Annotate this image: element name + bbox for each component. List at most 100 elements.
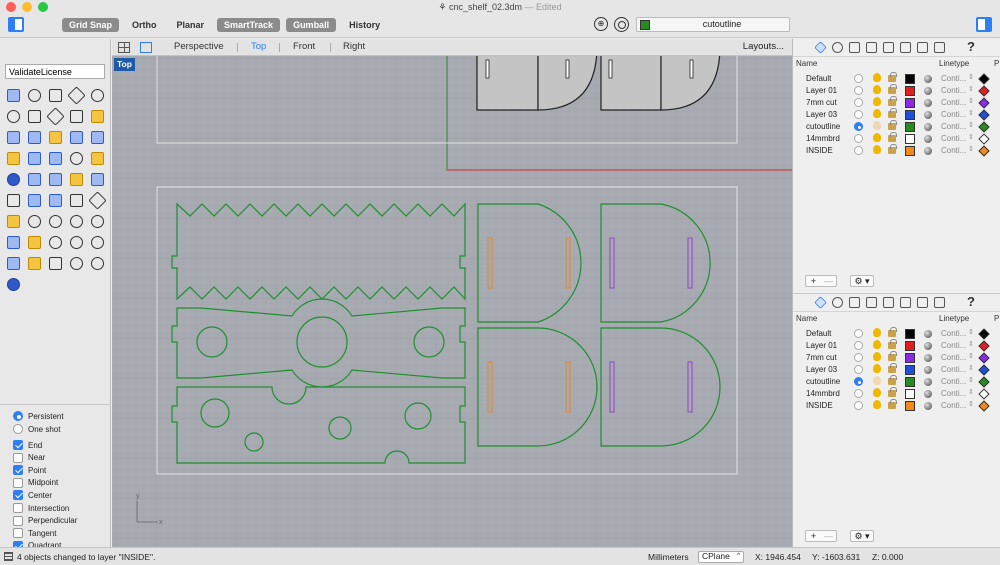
linetype-value[interactable]: Conti... xyxy=(941,146,966,155)
command-history-icon[interactable] xyxy=(4,552,13,561)
current-layer-radio[interactable] xyxy=(854,134,863,143)
transform-icon[interactable] xyxy=(3,211,23,231)
layer-color-swatch[interactable] xyxy=(905,353,915,363)
material-icon[interactable] xyxy=(924,354,932,362)
lightbulb-icon[interactable] xyxy=(873,376,881,385)
lock-icon[interactable] xyxy=(888,363,897,373)
library-icon[interactable] xyxy=(917,297,928,308)
linetype-value[interactable]: Conti... xyxy=(941,122,966,131)
circle-icon[interactable] xyxy=(87,85,107,105)
osnap-perpendicular[interactable]: Perpendicular xyxy=(13,515,77,527)
mode-planar-button[interactable]: Planar xyxy=(170,18,212,32)
sphere-icon[interactable] xyxy=(3,274,23,294)
zoom-extents-icon[interactable] xyxy=(66,211,86,231)
zoom-window-icon[interactable] xyxy=(45,211,65,231)
print-color-icon[interactable] xyxy=(978,145,990,157)
layer-color-swatch[interactable] xyxy=(905,341,915,351)
osnap-intersection[interactable]: Intersection xyxy=(13,502,69,514)
linetype-stepper-icon[interactable]: ⇕ xyxy=(968,340,974,348)
offset-icon[interactable] xyxy=(66,148,86,168)
material-icon[interactable] xyxy=(924,378,932,386)
layer-name[interactable]: Default xyxy=(806,329,831,338)
lightbulb-icon[interactable] xyxy=(873,364,881,373)
car-icon[interactable] xyxy=(24,232,44,252)
pan-icon[interactable] xyxy=(45,232,65,252)
layer-color-swatch[interactable] xyxy=(905,86,915,96)
linetype-stepper-icon[interactable]: ⇕ xyxy=(968,85,974,93)
layer-color-swatch[interactable] xyxy=(905,377,915,387)
material-icon[interactable] xyxy=(924,147,932,155)
flow-icon[interactable] xyxy=(87,190,107,210)
array-icon[interactable] xyxy=(3,190,23,210)
lightbulb-icon[interactable] xyxy=(873,109,881,118)
lightbulb-icon[interactable] xyxy=(873,328,881,337)
linetype-value[interactable]: Conti... xyxy=(941,353,966,362)
layer-name[interactable]: INSIDE xyxy=(806,146,833,155)
current-layer-radio[interactable] xyxy=(854,122,863,131)
render-icon[interactable] xyxy=(883,297,894,308)
lock-icon[interactable] xyxy=(888,132,897,142)
current-layer-radio[interactable] xyxy=(854,110,863,119)
layer-name[interactable]: Default xyxy=(806,74,831,83)
notes-icon[interactable] xyxy=(900,42,911,53)
current-layer-radio[interactable] xyxy=(854,98,863,107)
current-layer-radio[interactable] xyxy=(854,86,863,95)
arc-icon[interactable] xyxy=(45,106,65,126)
check-icon[interactable] xyxy=(66,190,86,210)
material-icon[interactable] xyxy=(924,402,932,410)
current-layer-radio[interactable] xyxy=(854,365,863,374)
linetype-value[interactable]: Conti... xyxy=(941,389,966,398)
library-icon[interactable] xyxy=(917,42,928,53)
select-point-icon[interactable] xyxy=(3,85,23,105)
linetype-column-header[interactable]: Linetype xyxy=(939,59,969,68)
cylinder-icon[interactable] xyxy=(87,127,107,147)
blend-icon[interactable] xyxy=(45,148,65,168)
layer-color-swatch[interactable] xyxy=(905,389,915,399)
lock-icon[interactable] xyxy=(888,72,897,82)
lock-icon[interactable] xyxy=(888,144,897,154)
lock-icon[interactable] xyxy=(888,387,897,397)
layer-row[interactable]: Layer 01 Conti... ⇕ xyxy=(793,339,1000,352)
linetype-stepper-icon[interactable]: ⇕ xyxy=(968,328,974,336)
linetype-value[interactable]: Conti... xyxy=(941,401,966,410)
curve-icon[interactable] xyxy=(66,85,86,105)
mode-grid-snap-button[interactable]: Grid Snap xyxy=(62,18,120,32)
osnap-near[interactable]: Near xyxy=(13,452,45,464)
lock-icon[interactable] xyxy=(888,108,897,118)
layer-color-swatch[interactable] xyxy=(905,98,915,108)
fillet-icon[interactable] xyxy=(24,148,44,168)
current-layer-radio[interactable] xyxy=(854,377,863,386)
tab-right[interactable]: Right xyxy=(343,41,365,52)
layer-row[interactable]: 7mm cut Conti... ⇕ xyxy=(793,351,1000,364)
lock-icon[interactable] xyxy=(888,339,897,349)
print-column-header[interactable]: P xyxy=(994,59,999,68)
layouts-button[interactable]: Layouts... xyxy=(743,41,784,52)
osnap-midpoint[interactable]: Midpoint xyxy=(13,477,58,489)
object-properties-icon[interactable] xyxy=(849,297,860,308)
rotate-view-icon[interactable] xyxy=(3,232,23,252)
current-layer-radio[interactable] xyxy=(854,341,863,350)
checkbox-icon[interactable] xyxy=(13,465,23,476)
zoom-selected-icon[interactable] xyxy=(87,211,107,231)
layer-name[interactable]: 7mm cut xyxy=(806,353,837,362)
linetype-stepper-icon[interactable]: ⇕ xyxy=(968,364,974,372)
lightbulb-icon[interactable] xyxy=(873,97,881,106)
print-color-icon[interactable] xyxy=(978,73,990,85)
layer-row[interactable]: cutoutline Conti... ⇕ xyxy=(793,375,1000,388)
linetype-stepper-icon[interactable]: ⇕ xyxy=(968,121,974,129)
name-column-header[interactable]: Name xyxy=(796,314,817,323)
osnap-mode-persistent[interactable]: Persistent xyxy=(13,410,64,422)
lightbulb-icon[interactable] xyxy=(873,400,881,409)
viewport-props-icon[interactable] xyxy=(934,42,945,53)
lightbulb-icon[interactable] xyxy=(873,388,881,397)
group-icon[interactable] xyxy=(66,253,86,273)
material-icon[interactable] xyxy=(924,366,932,374)
print-color-icon[interactable] xyxy=(978,328,990,340)
linetype-value[interactable]: Conti... xyxy=(941,74,966,83)
viewport-props-icon[interactable] xyxy=(934,297,945,308)
linetype-value[interactable]: Conti... xyxy=(941,341,966,350)
layer-name[interactable]: Layer 03 xyxy=(806,110,837,119)
osnap-tangent[interactable]: Tangent xyxy=(13,527,56,539)
print-color-icon[interactable] xyxy=(978,340,990,352)
command-input[interactable] xyxy=(5,64,105,79)
